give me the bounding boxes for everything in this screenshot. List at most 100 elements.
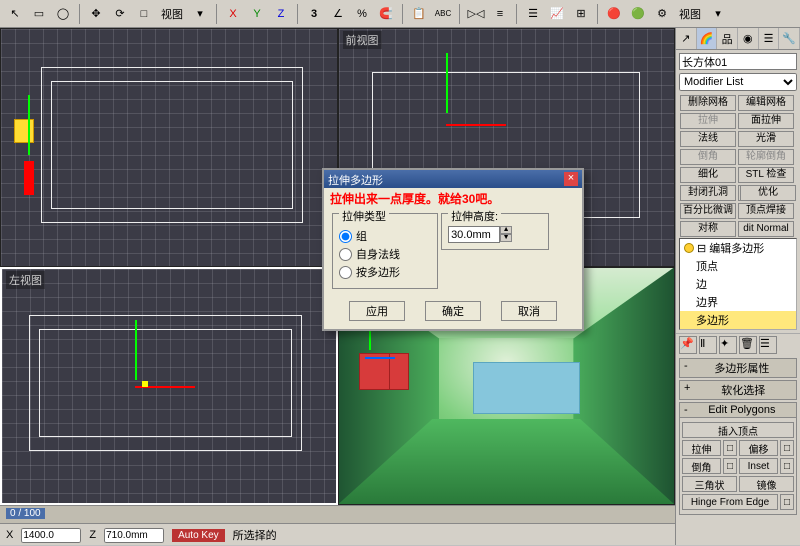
mod-stl-check[interactable]: STL 检查: [738, 167, 794, 183]
cancel-button[interactable]: 取消: [501, 301, 557, 321]
mod-bevel[interactable]: 倒角: [680, 149, 736, 165]
magnet-icon[interactable]: 🧲: [375, 3, 397, 25]
scale-icon[interactable]: □: [133, 3, 155, 25]
modifier-list-drop[interactable]: Modifier List: [679, 73, 797, 91]
bevel-settings-icon[interactable]: □: [723, 458, 737, 474]
tab-create-icon[interactable]: ↗: [676, 28, 697, 49]
coord-z-input[interactable]: [104, 528, 164, 543]
render-setup-icon[interactable]: ⚙: [651, 3, 673, 25]
dropdown2-icon[interactable]: ▾: [707, 3, 729, 25]
insert-vertex-button[interactable]: 插入顶点: [682, 422, 794, 438]
stack-polygon[interactable]: 多边形: [680, 311, 796, 329]
material-icon[interactable]: 🔴: [603, 3, 625, 25]
mod-cap-holes[interactable]: 封闭孔洞: [680, 185, 736, 201]
coord-x-input[interactable]: [21, 528, 81, 543]
show-end-icon[interactable]: Ⅱ: [699, 336, 717, 354]
time-indicator[interactable]: 0 / 100: [6, 508, 45, 519]
rollout-editpoly-hdr[interactable]: -Edit Polygons: [679, 402, 797, 418]
mod-edit-mesh[interactable]: 编辑网格: [738, 95, 794, 111]
radio-group-input[interactable]: [339, 230, 352, 243]
arrow-icon[interactable]: ↖: [4, 3, 26, 25]
outline-button[interactable]: 偏移: [739, 440, 778, 456]
mod-vertex-weld[interactable]: 顶点焊接: [738, 203, 794, 219]
snap-toggle-icon[interactable]: 3: [303, 3, 325, 25]
modifier-list-select[interactable]: Modifier List: [679, 73, 797, 91]
close-icon[interactable]: ×: [564, 172, 578, 186]
render-icon[interactable]: 🟢: [627, 3, 649, 25]
align-icon[interactable]: ≡: [489, 3, 511, 25]
remove-icon[interactable]: 🗑: [739, 336, 757, 354]
select-circ-icon[interactable]: ◯: [52, 3, 74, 25]
hinge-button[interactable]: Hinge From Edge: [682, 494, 778, 510]
apply-button[interactable]: 应用: [349, 301, 405, 321]
dialog-titlebar[interactable]: 拉伸多边形 ×: [324, 170, 582, 188]
axis-x-icon[interactable]: X: [222, 3, 244, 25]
viewport-top[interactable]: [0, 28, 338, 267]
config-icon[interactable]: ☰: [759, 336, 777, 354]
mod-extrude[interactable]: 拉伸: [680, 113, 736, 129]
mod-normal[interactable]: 法线: [680, 131, 736, 147]
stack-vertex[interactable]: 顶点: [680, 257, 796, 275]
mod-percent[interactable]: 百分比微调: [680, 203, 736, 219]
mod-face-extrude[interactable]: 面拉伸: [738, 113, 794, 129]
unique-icon[interactable]: ✦: [719, 336, 737, 354]
gizmo-origin[interactable]: [142, 381, 148, 387]
viewport-left[interactable]: 左视图: [0, 267, 338, 506]
named-sel-icon[interactable]: 📋: [408, 3, 430, 25]
radio-local-normal[interactable]: 自身法线: [339, 246, 431, 262]
radio-poly-input[interactable]: [339, 266, 352, 279]
extrude-settings-icon[interactable]: □: [723, 440, 737, 456]
stack-edge[interactable]: 边: [680, 275, 796, 293]
layers-icon[interactable]: ☰: [522, 3, 544, 25]
angle-snap-icon[interactable]: ∠: [327, 3, 349, 25]
mod-symmetry[interactable]: 对称: [680, 221, 736, 237]
radio-local-input[interactable]: [339, 248, 352, 261]
modifier-stack[interactable]: ⊟编辑多边形 顶点 边 边界 多边形 体素: [679, 238, 797, 330]
timeline[interactable]: 0 / 100: [0, 506, 675, 524]
mirror-icon[interactable]: ▷◁: [465, 3, 487, 25]
spinner-up-icon[interactable]: ▲: [500, 226, 512, 234]
extrude-button[interactable]: 拉伸: [682, 440, 721, 456]
height-input[interactable]: [448, 226, 500, 243]
gizmo-y[interactable]: [446, 53, 448, 113]
stack-border[interactable]: 边界: [680, 293, 796, 311]
tab-motion-icon[interactable]: ◉: [738, 28, 759, 49]
object-name-input[interactable]: [679, 53, 797, 70]
percent-snap-icon[interactable]: %: [351, 3, 373, 25]
rollout-geo-hdr[interactable]: -多边形属性: [679, 358, 797, 378]
rollout-softsel-hdr[interactable]: +软化选择: [679, 380, 797, 400]
gizmo-x[interactable]: [24, 161, 34, 195]
radio-group[interactable]: 组: [339, 228, 431, 244]
bevel-button[interactable]: 倒角: [682, 458, 721, 474]
gizmo-x[interactable]: [446, 124, 506, 126]
move-icon[interactable]: ✥: [85, 3, 107, 25]
gizmo-y[interactable]: [28, 95, 30, 155]
curve-editor-icon[interactable]: 📈: [546, 3, 568, 25]
autokey-button[interactable]: Auto Key: [172, 529, 225, 542]
stack-header[interactable]: ⊟编辑多边形: [680, 239, 796, 257]
mod-tessellate[interactable]: 细化: [680, 167, 736, 183]
hinge-settings-icon[interactable]: □: [780, 494, 794, 510]
inset-button[interactable]: Inset: [739, 458, 778, 474]
spinner-down-icon[interactable]: ▼: [500, 234, 512, 242]
schematic-icon[interactable]: ⊞: [570, 3, 592, 25]
mod-smooth[interactable]: 光滑: [738, 131, 794, 147]
tab-hierarchy-icon[interactable]: 品: [717, 28, 738, 49]
tab-utilities-icon[interactable]: 🔧: [779, 28, 800, 49]
gizmo-z[interactable]: [365, 357, 395, 359]
axis-y-icon[interactable]: Y: [246, 3, 268, 25]
ok-button[interactable]: 确定: [425, 301, 481, 321]
dropdown-icon[interactable]: ▾: [189, 3, 211, 25]
axis-z-icon[interactable]: Z: [270, 3, 292, 25]
abc-icon[interactable]: ABC: [432, 3, 454, 25]
outline-settings-icon[interactable]: □: [780, 440, 794, 456]
bulb-icon[interactable]: [684, 243, 694, 253]
mod-edit-normal[interactable]: dit Normal: [738, 221, 794, 237]
mod-delete-mesh[interactable]: 删除网格: [680, 95, 736, 111]
inset-settings-icon[interactable]: □: [780, 458, 794, 474]
coord-sys-label[interactable]: 视图: [157, 6, 187, 22]
radio-by-polygon[interactable]: 按多边形: [339, 264, 431, 280]
mod-optimize[interactable]: 优化: [740, 185, 796, 201]
mod-bevel-profile[interactable]: 轮廓倒角: [738, 149, 794, 165]
stack-element[interactable]: 体素: [680, 329, 796, 330]
